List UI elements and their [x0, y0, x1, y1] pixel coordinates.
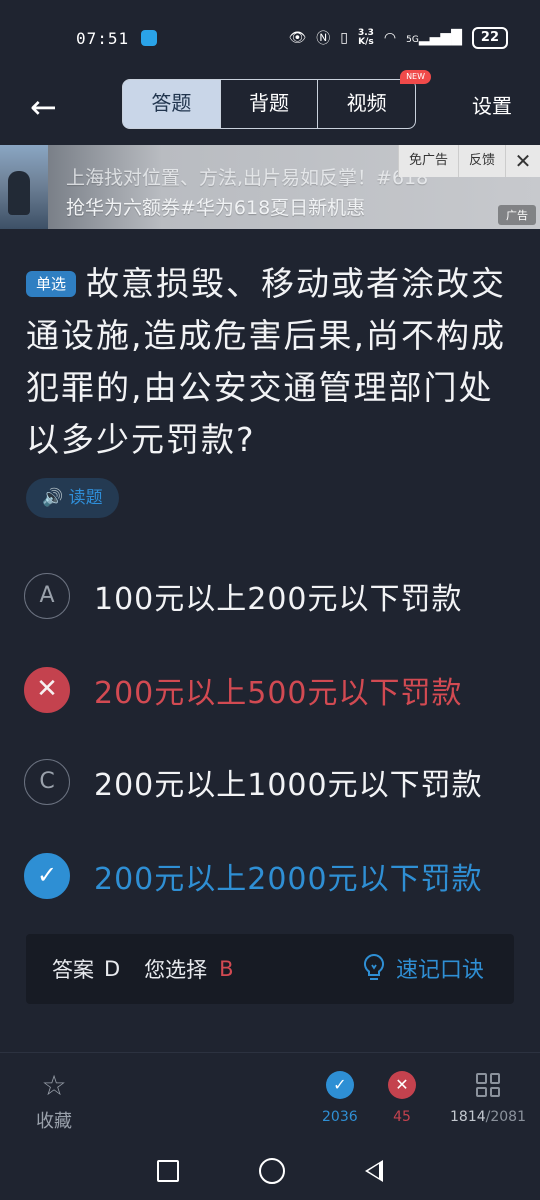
new-badge: NEW — [400, 70, 432, 84]
wifi-icon: ◠ — [383, 30, 397, 46]
question-progress[interactable]: 1814/2081 — [450, 1071, 526, 1125]
tab-answer[interactable]: 答题 — [123, 80, 220, 128]
top-bar: ← 答题 背题 视频 NEW 设置 — [0, 70, 540, 142]
answer-panel: 答案 D 您选择 B 速记口诀 — [26, 934, 514, 1004]
tab-video[interactable]: 视频 NEW — [317, 70, 432, 128]
option-b[interactable]: ✕ 200元以上500元以下罚款 — [24, 662, 524, 718]
ad-thumbnail — [0, 145, 48, 229]
answer-label: 答案 — [52, 958, 94, 982]
favorite-button[interactable]: ☆ 收藏 — [36, 1071, 72, 1133]
progress-value: 1814/2081 — [450, 1109, 526, 1125]
wrong-count-value: 45 — [393, 1109, 411, 1125]
option-c-text: 200元以上1000元以下罚款 — [94, 768, 483, 803]
option-d-text: 200元以上2000元以下罚款 — [94, 862, 483, 897]
net-speed: 3.3 K/s — [357, 28, 374, 47]
system-nav-bar — [0, 1142, 540, 1200]
ad-text-line1: 上海找对位置、方法,出片易如反掌！#618 — [66, 167, 429, 189]
picked-value: B — [219, 957, 234, 981]
option-c[interactable]: C 200元以上1000元以下罚款 — [24, 754, 524, 810]
eye-icon: 👁 — [288, 30, 307, 46]
question-text: 故意损毁、移动或者涂改交通设施,造成危害后果,尚不构成犯罪的,由公安交通管理部门… — [26, 264, 507, 459]
app-notification-icon — [141, 30, 158, 46]
favorite-label: 收藏 — [36, 1111, 72, 1132]
check-icon: ✓ — [24, 853, 70, 899]
answer-value: D — [104, 957, 121, 981]
correct-count-value: 2036 — [322, 1109, 358, 1125]
check-circle-icon: ✓ — [325, 1071, 354, 1099]
vibrate-icon: ▯ — [340, 30, 348, 46]
ad-banner[interactable]: 上海找对位置、方法,出片易如反掌！#618 抢华为六额券#华为618夏日新机惠 … — [0, 145, 540, 229]
home-icon[interactable] — [259, 1158, 285, 1184]
clock: 07:51 — [76, 28, 130, 48]
back-arrow-icon[interactable]: ← — [30, 88, 57, 126]
star-icon: ☆ — [41, 1069, 67, 1102]
mode-tabs: 答题 背题 视频 NEW — [122, 70, 432, 129]
wrong-icon: ✕ — [24, 667, 70, 713]
memory-tip-label: 速记口诀 — [395, 958, 484, 983]
question-type-badge: 单选 — [26, 271, 77, 297]
nfc-icon: Ⓝ — [316, 31, 331, 47]
tab-video-label: 视频 — [346, 91, 387, 115]
option-a-text: 100元以上200元以下罚款 — [94, 582, 463, 617]
option-b-text: 200元以上500元以下罚款 — [94, 676, 463, 711]
option-a[interactable]: A 100元以上200元以下罚款 — [24, 568, 524, 624]
grid-icon — [476, 1073, 500, 1097]
option-d[interactable]: ✓ 200元以上2000元以下罚款 — [24, 848, 524, 904]
speaker-icon: 🔊 — [42, 488, 64, 508]
ad-text-line2: 抢华为六额券#华为618夏日新机惠 — [66, 197, 366, 219]
no-ads-button[interactable]: 免广告 — [397, 145, 458, 177]
lightbulb-icon — [363, 953, 384, 980]
back-triangle-icon[interactable] — [365, 1160, 383, 1182]
cell-signal-icon: 5G▂▄▆█ — [406, 30, 462, 46]
x-circle-icon: ✕ — [388, 1071, 416, 1099]
correct-count[interactable]: ✓ 2036 — [322, 1071, 358, 1125]
memory-tip-button[interactable]: 速记口诀 — [362, 952, 484, 984]
ad-tag: 广告 — [498, 205, 536, 225]
question: 单选 故意损毁、移动或者涂改交通设施,造成危害后果,尚不构成犯罪的,由公安交通管理… — [26, 258, 516, 466]
read-aloud-label: 读题 — [68, 488, 103, 508]
tab-recite[interactable]: 背题 — [219, 80, 318, 128]
ad-feedback-button[interactable]: 反馈 — [457, 145, 505, 177]
recents-icon[interactable] — [157, 1160, 179, 1182]
battery-icon: 22 — [471, 27, 508, 49]
wrong-count[interactable]: ✕ 45 — [388, 1071, 416, 1125]
option-c-marker: C — [24, 759, 70, 805]
bottom-toolbar: ☆ 收藏 ✓ 2036 ✕ 45 1814/2081 — [0, 1052, 540, 1143]
close-icon[interactable]: ✕ — [505, 145, 540, 177]
picked-label: 您选择 — [144, 958, 208, 982]
option-a-marker: A — [24, 573, 70, 619]
ad-controls: 免广告 反馈 ✕ — [397, 145, 540, 177]
status-bar: 07:51 👁 Ⓝ ▯ 3.3 K/s ◠ 5G▂▄▆█ 22 — [0, 0, 540, 76]
settings-button[interactable]: 设置 — [472, 90, 512, 119]
read-aloud-button[interactable]: 🔊 读题 — [26, 478, 119, 518]
